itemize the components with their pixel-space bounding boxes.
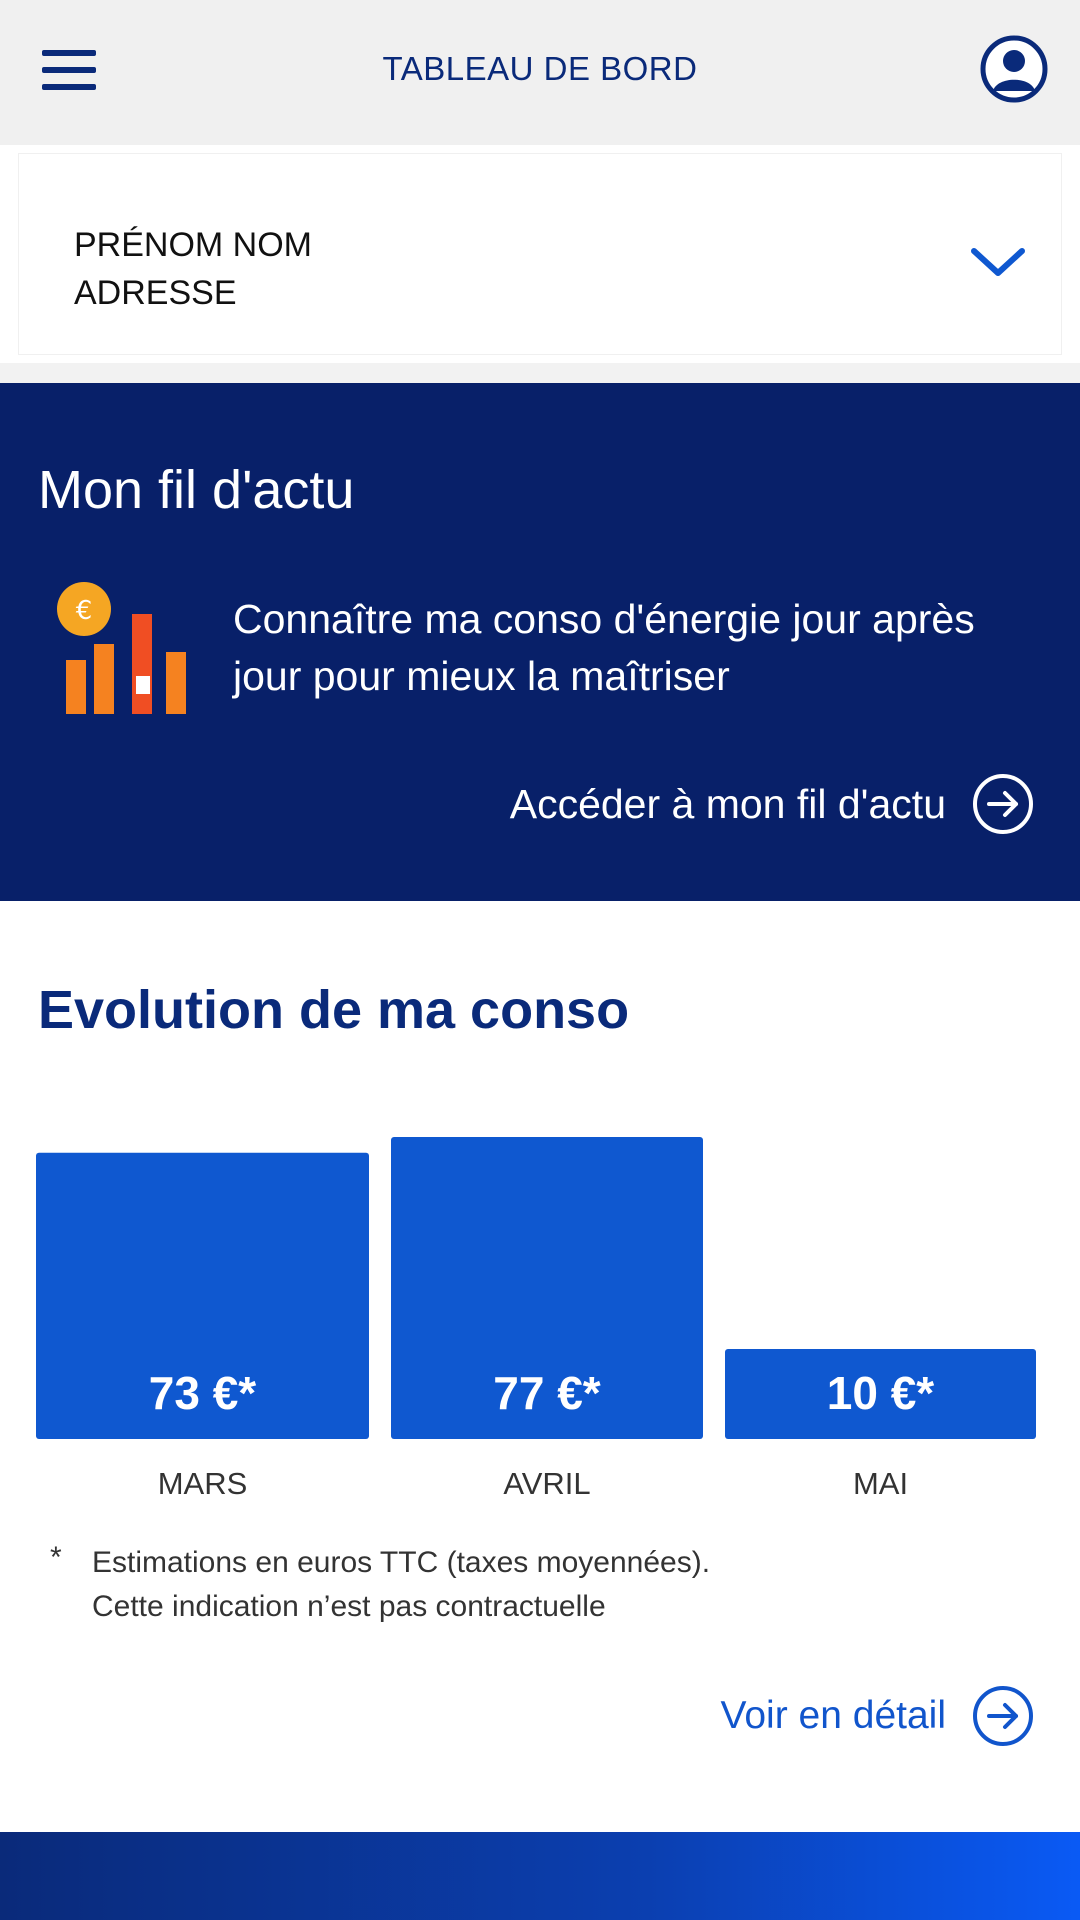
page-title: TABLEAU DE BORD <box>382 50 698 87</box>
arrow-right-circle-icon[interactable] <box>972 773 1034 835</box>
account-card[interactable]: PRÉNOM NOM ADRESSE <box>18 153 1062 355</box>
bar-value-label: 73 €* <box>149 1367 257 1419</box>
account-address: ADRESSE <box>74 274 237 312</box>
account-selector[interactable]: PRÉNOM NOM ADRESSE <box>0 145 1080 363</box>
category-label: MARS <box>158 1466 248 1501</box>
footnote-line-1: Estimations en euros TTC (taxes moyennée… <box>92 1546 711 1579</box>
top-bar: TABLEAU DE BORD <box>0 0 1080 145</box>
detail-link[interactable]: Voir en détail <box>721 1685 1035 1747</box>
bottom-banner <box>0 1832 1080 1920</box>
app-screen: TABLEAU DE BORD PRÉNOM NOM ADRESSE Mon f… <box>0 0 1080 1920</box>
feed-description: Connaître ma conso d'énergie jour après … <box>233 596 975 699</box>
euro-coin-symbol: € <box>76 596 93 626</box>
feed-title: Mon fil d'actu <box>38 460 355 520</box>
energy-bars-euro-icon: € <box>57 582 186 714</box>
feed-link-label[interactable]: Accéder à mon fil d'actu <box>510 781 946 828</box>
consumption-section: Evolution de ma conso 73 €* MARS 77 €* AVRI… <box>0 901 1080 1832</box>
bar-value-label: 10 €* <box>827 1367 935 1419</box>
chevron-down-icon[interactable] <box>968 245 1028 279</box>
feed-link[interactable]: Accéder à mon fil d'actu <box>510 773 1034 835</box>
arrow-right-circle-icon[interactable] <box>972 1685 1034 1747</box>
detail-link-label[interactable]: Voir en détail <box>721 1694 947 1738</box>
bar-value-label: 77 €* <box>493 1367 601 1419</box>
category-label: MAI <box>853 1466 908 1501</box>
footnote-line-2: Cette indication n’est pas contractuelle <box>92 1590 606 1623</box>
category-label: AVRIL <box>503 1466 590 1501</box>
footnote-star: * <box>50 1541 62 1574</box>
user-profile-icon[interactable] <box>979 34 1049 104</box>
account-name: PRÉNOM NOM <box>74 226 312 264</box>
news-feed-section: Mon fil d'actu € Connaître ma conso d'én… <box>0 383 1080 901</box>
footnote-text: Estimations en euros TTC (taxes moyennée… <box>92 1541 992 1629</box>
